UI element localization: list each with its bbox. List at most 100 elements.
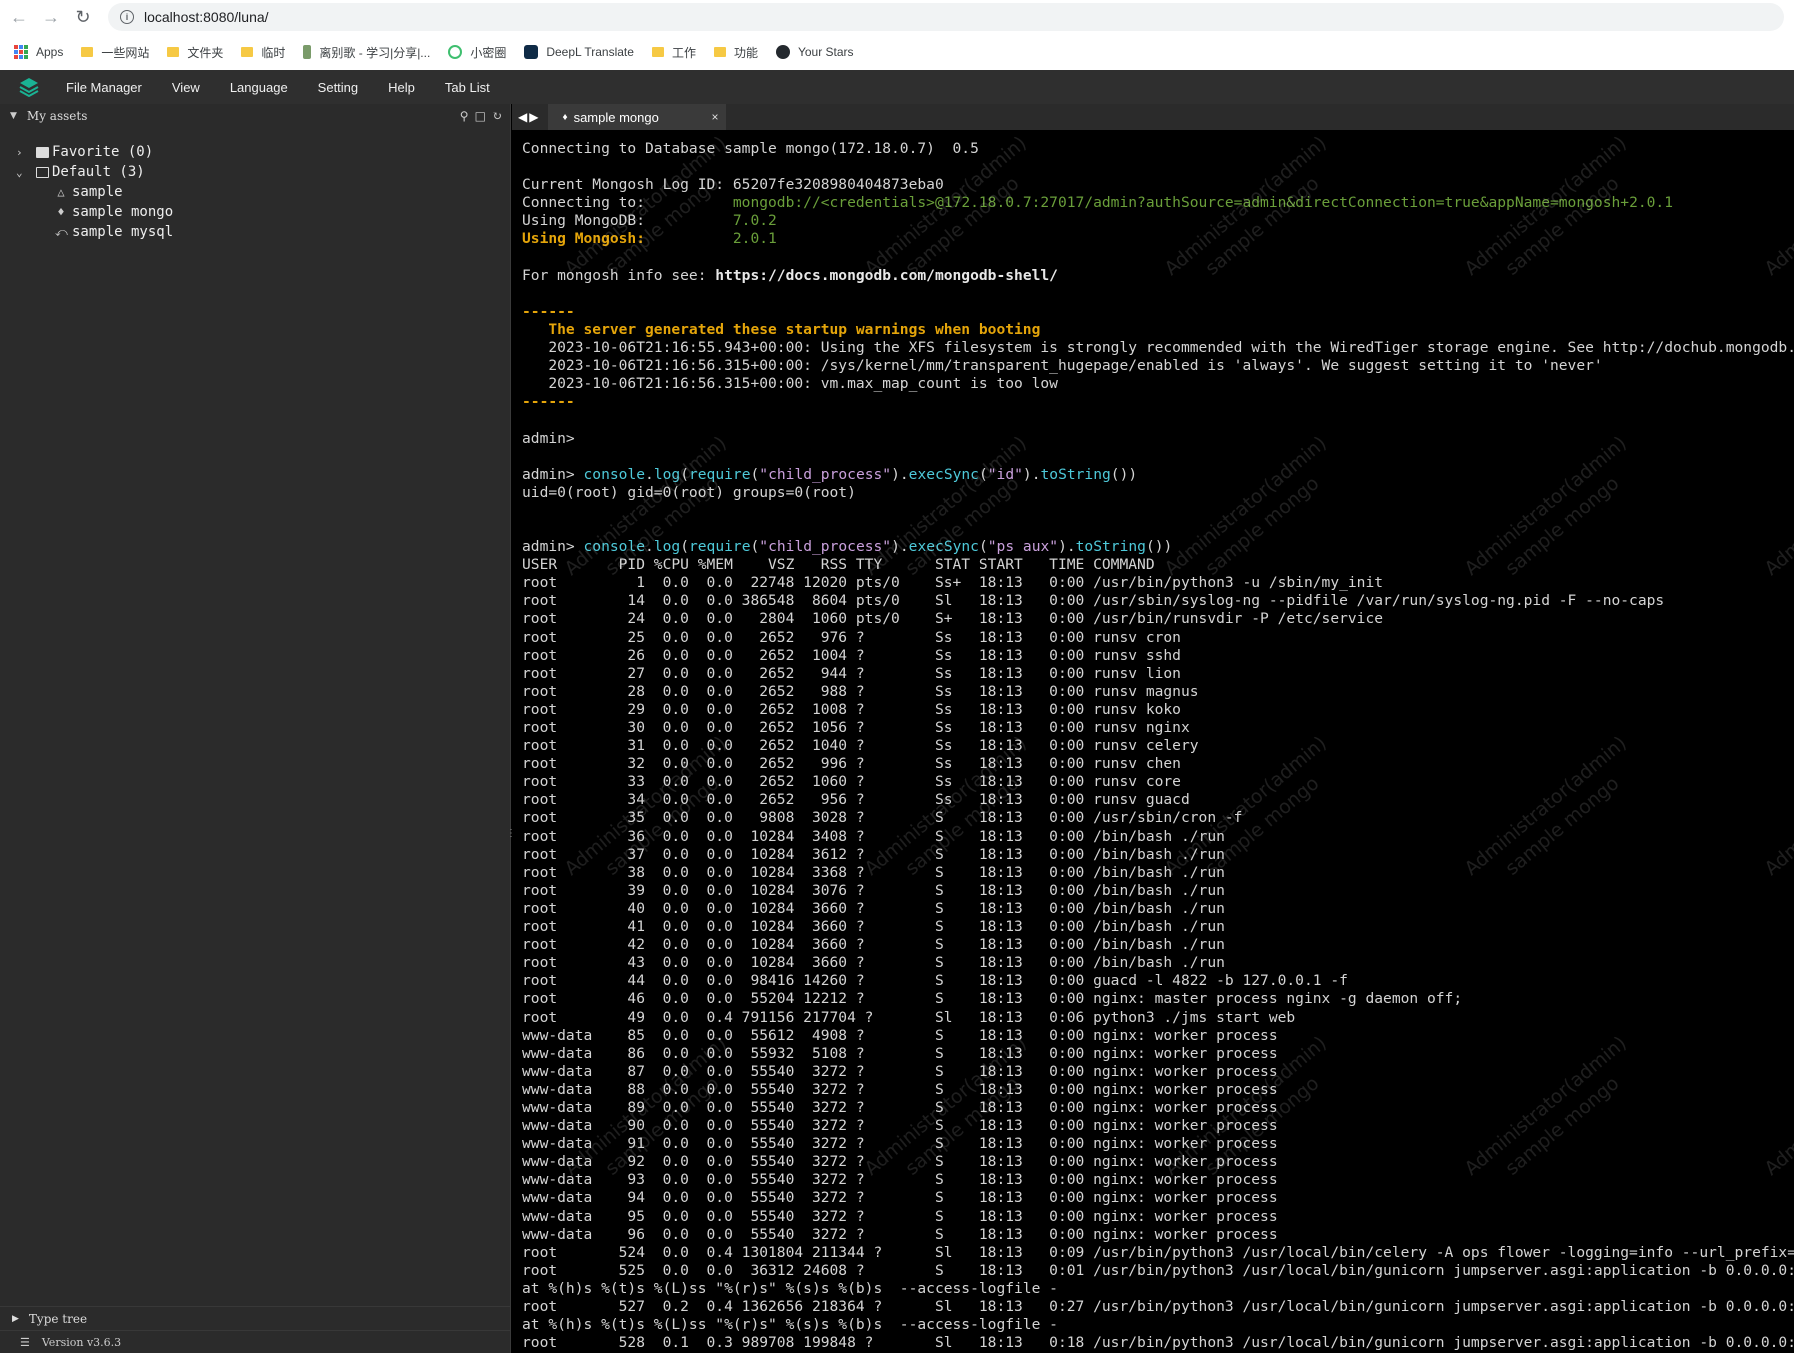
- terminal-line: www-data 85 0.0 0.0 55612 4908 ? S 18:13…: [522, 1027, 1794, 1045]
- github-icon: [775, 45, 790, 59]
- terminal[interactable]: Connecting to Database sample mongo(172.…: [512, 130, 1794, 1353]
- caret-down-icon: ▼: [10, 111, 17, 121]
- assets-header[interactable]: ▼ My assets ⚲ □ ↻: [0, 104, 510, 128]
- terminal-text: root 14 0.0 0.0 386548 8604 pts/0 Sl 18:…: [522, 592, 1665, 610]
- bookmark-label: 小密圈: [470, 45, 507, 60]
- terminal-text: (: [680, 465, 689, 483]
- bookmark-folder-2[interactable]: 文件夹: [167, 44, 223, 61]
- terminal-text: require: [688, 465, 751, 483]
- list-icon[interactable]: ☰: [20, 1336, 30, 1349]
- terminal-line: root 1 0.0 0.0 22748 12020 pts/0 Ss+ 18:…: [522, 574, 1794, 592]
- terminal-text: root 41 0.0 0.0 10284 3660 ? S 18:13 0:0…: [522, 918, 1225, 936]
- menu-setting[interactable]: Setting: [318, 80, 358, 95]
- tree-asset-label: sample mysql: [72, 224, 174, 240]
- address-bar[interactable]: i localhost:8080/luna/: [108, 3, 1784, 31]
- terminal-text: console: [583, 465, 646, 483]
- back-button[interactable]: ←: [6, 4, 32, 30]
- forward-button[interactable]: →: [38, 4, 64, 30]
- terminal-text: root 31 0.0 0.0 2652 1040 ? Ss 18:13 0:0…: [522, 737, 1199, 755]
- terminal-text: ()): [1145, 538, 1173, 556]
- info-icon: i: [120, 10, 134, 24]
- terminal-text: Connecting to Database sample mongo(172.…: [522, 140, 979, 157]
- terminal-text: root 27 0.0 0.0 2652 944 ? Ss 18:13 0:00…: [522, 664, 1181, 682]
- close-icon[interactable]: ×: [711, 110, 718, 124]
- terminal-text: .: [645, 465, 654, 483]
- bookmark-folder-3[interactable]: 临时: [241, 44, 285, 61]
- terminal-line: at %(h)s %(t)s %(L)ss "%(r)s" %(s)s %(b)…: [522, 1316, 1794, 1334]
- tree-asset-sample-mysql[interactable]: ⤺ sample mysql: [0, 222, 510, 242]
- terminal-text: www-data 85 0.0 0.0 55612 4908 ? S 18:13…: [522, 1026, 1278, 1044]
- tree-asset-sample[interactable]: △ sample: [0, 182, 510, 202]
- deepl-icon: [524, 45, 539, 59]
- terminal-line: admin>: [522, 430, 1794, 448]
- bookmark-folder-1[interactable]: 一些网站: [81, 44, 149, 61]
- terminal-text: www-data 90 0.0 0.0 55540 3272 ? S 18:13…: [522, 1117, 1278, 1135]
- terminal-line: www-data 86 0.0 0.0 55932 5108 ? S 18:13…: [522, 1045, 1794, 1063]
- tree-node-favorite[interactable]: › Favorite (0): [0, 142, 510, 162]
- tree-asset-sample-mongo[interactable]: ♦ sample mongo: [0, 202, 510, 222]
- bookmark-blog[interactable]: 离别歌 - 学习|分享|...: [303, 44, 430, 61]
- type-tree-header[interactable]: ▶ Type tree: [0, 1306, 510, 1330]
- folder-open-icon: [36, 166, 49, 178]
- menu-view[interactable]: View: [172, 80, 200, 95]
- terminal-line: root 32 0.0 0.0 2652 996 ? Ss 18:13 0:00…: [522, 755, 1794, 773]
- terminal-line: root 26 0.0 0.0 2652 1004 ? Ss 18:13 0:0…: [522, 647, 1794, 665]
- bookmarks-bar: Apps 一些网站 文件夹 临时 离别歌 - 学习|分享|... 小密圈 Dee…: [0, 34, 1794, 70]
- terminal-line: root 24 0.0 0.0 2804 1060 pts/0 S+ 18:13…: [522, 610, 1794, 628]
- bookmark-github[interactable]: Your Stars: [775, 45, 854, 59]
- terminal-text: root 49 0.0 0.4 791156 217704 ? Sl 18:13…: [522, 1008, 1296, 1026]
- terminal-text: root 29 0.0 0.0 2652 1008 ? Ss 18:13 0:0…: [522, 700, 1181, 718]
- terminal-line: uid=0(root) gid=0(root) groups=0(root): [522, 484, 1794, 502]
- tree-asset-label: sample mongo: [72, 204, 174, 220]
- bookmark-circle[interactable]: 小密圈: [448, 44, 506, 61]
- terminal-text: root 37 0.0 0.0 10284 3612 ? S 18:13 0:0…: [522, 845, 1225, 863]
- tree-node-default[interactable]: ⌄ Default (3): [0, 162, 510, 182]
- terminal-text: ------: [522, 393, 575, 411]
- reload-button[interactable]: ↻: [70, 4, 96, 30]
- terminal-line: For mongosh info see: https://docs.mongo…: [522, 267, 1794, 285]
- bookmark-deepl[interactable]: DeepL Translate: [524, 45, 634, 59]
- tab-sample-mongo[interactable]: ♦ sample mongo ×: [548, 104, 727, 130]
- assets-tools: ⚲ □ ↻: [460, 109, 502, 123]
- terminal-line: root 41 0.0 0.0 10284 3660 ? S 18:13 0:0…: [522, 918, 1794, 936]
- bookmark-label: 文件夹: [187, 45, 224, 60]
- terminal-text: root 35 0.0 0.0 9808 3028 ? S 18:13 0:00…: [522, 809, 1243, 827]
- terminal-line: root 527 0.2 0.4 1362656 218364 ? Sl 18:…: [522, 1298, 1794, 1316]
- search-icon[interactable]: ⚲: [460, 109, 469, 123]
- terminal-line: 2023-10-06T21:16:55.943+00:00: Using the…: [522, 339, 1794, 357]
- menu-tab-list[interactable]: Tab List: [445, 80, 490, 95]
- terminal-text: log: [653, 538, 681, 556]
- folder-icon: [713, 47, 726, 57]
- bookmark-label: 临时: [261, 45, 286, 60]
- terminal-line: www-data 91 0.0 0.0 55540 3272 ? S 18:13…: [522, 1135, 1794, 1153]
- terminal-line: www-data 87 0.0 0.0 55540 3272 ? S 18:13…: [522, 1063, 1794, 1081]
- terminal-line: root 36 0.0 0.0 10284 3408 ? S 18:13 0:0…: [522, 828, 1794, 846]
- site-favicon-icon: [303, 45, 312, 59]
- terminal-text: root 46 0.0 0.0 55204 12212 ? S 18:13 0:…: [522, 990, 1463, 1008]
- square-icon[interactable]: □: [475, 109, 486, 123]
- menu-file-manager[interactable]: File Manager: [66, 80, 142, 95]
- menu-help[interactable]: Help: [388, 80, 415, 95]
- bookmark-folder-work[interactable]: 工作: [651, 44, 696, 61]
- terminal-text: root 24 0.0 0.0 2804 1060 pts/0 S+ 18:13…: [522, 610, 1384, 628]
- menu-language[interactable]: Language: [230, 80, 288, 95]
- terminal-text: For mongosh info see:: [522, 266, 716, 284]
- bookmark-label: 离别歌 - 学习|分享|...: [319, 45, 431, 60]
- terminal-text: 2023-10-06T21:16:55.943+00:00: Using the…: [522, 339, 1794, 357]
- terminal-text: root 42 0.0 0.0 10284 3660 ? S 18:13 0:0…: [522, 936, 1225, 954]
- refresh-icon[interactable]: ↻: [492, 109, 502, 123]
- tab-scroll-arrows-icon[interactable]: ◀▶: [518, 110, 540, 124]
- bookmark-apps[interactable]: Apps: [14, 45, 63, 59]
- folder-icon: [241, 47, 254, 57]
- type-tree-label: Type tree: [28, 1311, 88, 1326]
- reload-icon: ↻: [75, 6, 91, 27]
- terminal-line: admin> console.log(require("child_proces…: [522, 538, 1794, 556]
- terminal-text: root 1 0.0 0.0 22748 12020 pts/0 Ss+ 18:…: [522, 574, 1384, 592]
- terminal-line: root 39 0.0 0.0 10284 3076 ? S 18:13 0:0…: [522, 882, 1794, 900]
- terminal-text: toString: [1075, 538, 1146, 556]
- terminal-text: (: [978, 538, 988, 556]
- bookmark-folder-feature[interactable]: 功能: [713, 44, 758, 61]
- terminal-text: "id": [987, 465, 1023, 483]
- terminal-text: root 525 0.0 0.0 36312 24608 ? S 18:13 0…: [522, 1261, 1794, 1279]
